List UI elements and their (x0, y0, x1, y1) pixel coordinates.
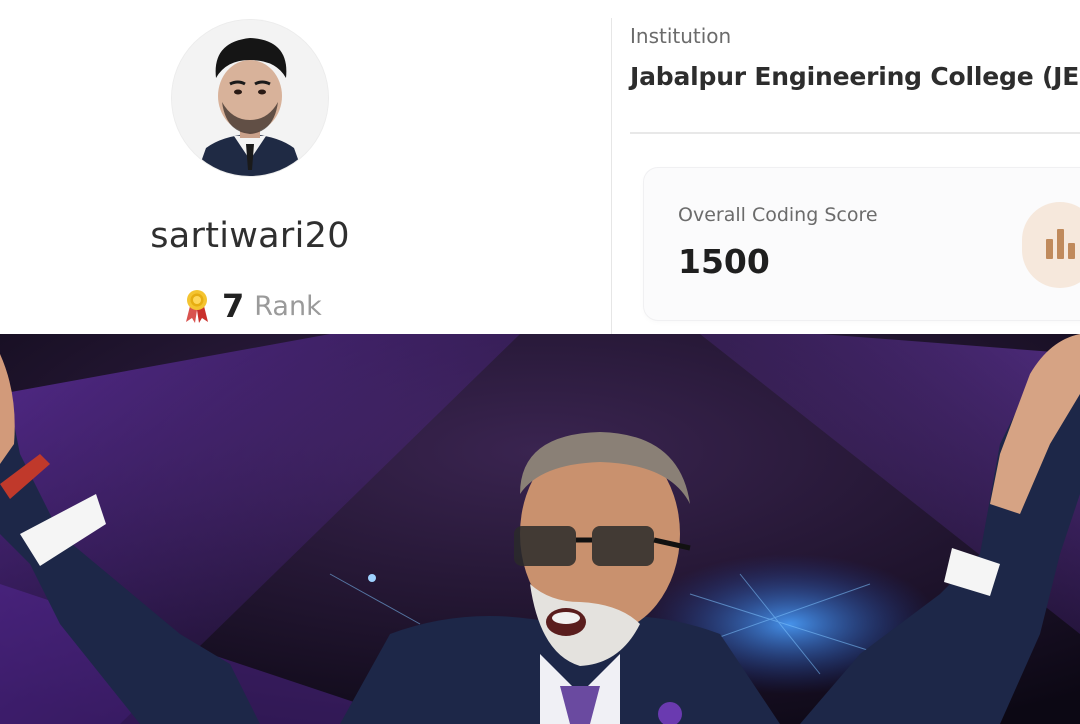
vertical-divider (611, 18, 612, 334)
meme-photo (0, 334, 1080, 724)
profile-left-column: sartiwari20 7 Rank (0, 0, 612, 334)
profile-photo-icon (172, 20, 328, 176)
medal-icon (186, 290, 208, 323)
horizontal-divider (630, 132, 1080, 134)
rank-label: Rank (254, 290, 322, 322)
coding-score-card: Overall Coding Score 1500 (644, 168, 1080, 320)
celebrating-host-photo (0, 334, 1080, 724)
coding-score-label: Overall Coding Score (678, 204, 878, 226)
bar-chart-icon (1046, 229, 1075, 259)
institution-name: Jabalpur Engineering College (JEC) (630, 62, 1080, 91)
rank-value: 7 (222, 287, 245, 325)
avatar[interactable] (172, 20, 328, 176)
username: sartiwari20 (150, 216, 350, 256)
rank-row: 7 Rank (182, 284, 322, 328)
profile-panel: sartiwari20 7 Rank Institution Jabalpur … (0, 0, 1080, 334)
score-badge (1022, 202, 1080, 288)
coding-score-value: 1500 (678, 242, 770, 281)
institution-label: Institution (630, 24, 732, 48)
